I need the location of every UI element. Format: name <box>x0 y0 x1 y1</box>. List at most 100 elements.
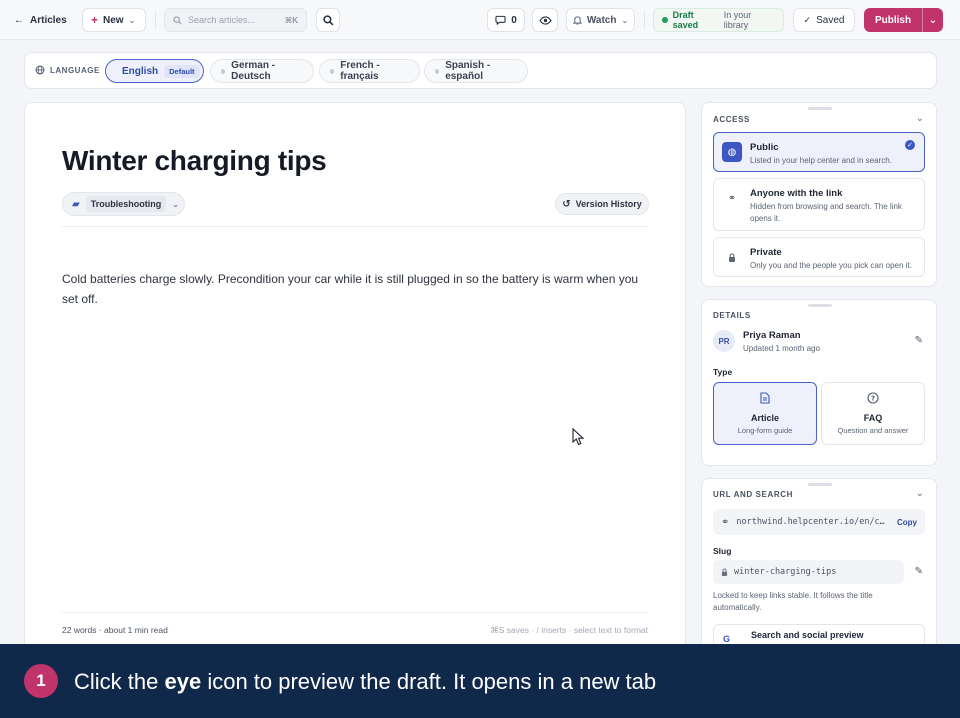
chevron-down-icon: ⌄ <box>128 15 136 25</box>
search-input[interactable]: Search articles... ⌘K <box>164 8 307 32</box>
divider <box>62 612 649 613</box>
slug-field: winter-charging-tips <box>713 560 904 584</box>
default-badge: Default <box>164 64 200 78</box>
svg-text:?: ? <box>871 395 875 403</box>
access-option-public[interactable]: ◍ Public Listed in your help center and … <box>713 132 925 172</box>
slug-label: Slug <box>713 546 732 556</box>
link-icon: ⚭ <box>721 516 730 528</box>
collapse-chevron-icon[interactable]: ⌄ <box>916 488 924 499</box>
back-label: Articles <box>30 14 67 26</box>
lock-icon <box>721 563 728 581</box>
status-dot-icon <box>662 17 668 23</box>
step-number-badge: 1 <box>24 664 58 698</box>
arrow-left-icon: ← <box>14 14 24 26</box>
back-to-articles-link[interactable]: ← Articles <box>14 8 67 32</box>
search-shortcut: ⌘K <box>284 15 298 25</box>
language-name: English <box>122 65 159 77</box>
option-label: Public <box>750 142 779 153</box>
dot-icon <box>221 68 226 74</box>
language-bar: LANGUAGE English Default German - Deutsc… <box>24 52 937 89</box>
globe-icon: ◍ <box>722 142 742 162</box>
eye-icon <box>538 15 552 25</box>
shortcut-hint: ⌘S saves · / inserts · select text to fo… <box>490 625 648 635</box>
type-name: Article <box>750 413 779 423</box>
instruction-text-after: icon to preview the draft. It opens in a… <box>201 669 657 694</box>
option-label: Private <box>750 247 782 258</box>
globe-icon <box>35 65 45 75</box>
drag-handle[interactable] <box>808 304 832 307</box>
url-search-title: URL AND SEARCH <box>713 490 793 499</box>
chevron-down-icon: ⌄ <box>172 199 179 209</box>
folder-name: Troubleshooting <box>85 196 167 212</box>
type-name: FAQ <box>863 413 883 423</box>
article-title[interactable]: Winter charging tips <box>62 145 327 177</box>
divider <box>62 226 649 227</box>
search-button[interactable] <box>316 8 340 32</box>
language-chip-german[interactable]: German - Deutsch <box>210 59 314 83</box>
url-field: ⚭ northwind.helpcenter.io/en/c… Copy <box>713 509 925 535</box>
language-name: German - Deutsch <box>231 60 276 82</box>
option-label: Anyone with the link <box>750 188 843 199</box>
instruction-text-before: Click the <box>74 669 165 694</box>
watch-button[interactable]: Watch ⌄ <box>566 8 635 32</box>
access-panel: ACCESS ⌄ ◍ Public Listed in your help ce… <box>701 102 937 287</box>
version-history-label: Version History <box>575 199 642 209</box>
language-chip-spanish[interactable]: Spanish - español <box>424 59 528 83</box>
edit-slug-pencil-icon[interactable]: ✎ <box>915 566 923 577</box>
type-card-faq[interactable]: ? FAQ Question and answer <box>821 382 925 445</box>
updated-time: Updated 1 month ago <box>743 344 820 353</box>
top-bar: ← Articles + New ⌄ Search articles... ⌘K… <box>0 0 960 40</box>
language-label: LANGUAGE <box>35 65 100 75</box>
preview-eye-button[interactable] <box>532 8 558 32</box>
dot-icon <box>330 68 335 74</box>
dot-icon <box>435 68 440 74</box>
language-name: Spanish - español <box>445 60 491 82</box>
divider <box>155 11 156 29</box>
comment-icon <box>495 15 506 25</box>
type-description: Question and answer <box>837 426 909 435</box>
new-label: New <box>103 14 124 26</box>
access-title: ACCESS <box>713 115 750 124</box>
article-body[interactable]: Cold batteries charge slowly. Preconditi… <box>62 269 652 309</box>
language-label-text: LANGUAGE <box>50 65 100 75</box>
bell-icon <box>572 16 582 25</box>
seo-label: Search and social preview <box>751 630 864 640</box>
draft-status-badge: Draft saved In your library <box>653 8 784 32</box>
access-option-link[interactable]: ⚭ Anyone with the link Hidden from brows… <box>713 178 925 231</box>
publish-button[interactable]: Publish ⌄ <box>864 8 943 32</box>
publish-label: Publish <box>874 14 912 26</box>
language-chip-english[interactable]: English Default <box>105 59 204 83</box>
collapse-chevron-icon[interactable]: ⌄ <box>916 113 924 124</box>
slug-note: Locked to keep links stable. It follows … <box>713 591 873 612</box>
author-name: Priya Raman <box>743 330 801 341</box>
draft-status: Draft saved <box>672 10 699 30</box>
comments-button[interactable]: 0 <box>487 8 525 32</box>
history-icon: ↺ <box>562 198 571 210</box>
new-button[interactable]: + New ⌄ <box>82 8 146 32</box>
instruction-text: Click the eye icon to preview the draft.… <box>74 669 656 695</box>
language-chip-french[interactable]: French - français <box>319 59 420 83</box>
folder-icon: ▰ <box>72 198 80 210</box>
type-card-article[interactable]: Article Long-form guide <box>713 382 817 445</box>
article-url: northwind.helpcenter.io/en/c… <box>736 517 885 527</box>
option-description: Hidden from browsing and search. The lin… <box>750 202 902 223</box>
avatar: PR <box>713 330 735 352</box>
drag-handle[interactable] <box>808 483 832 486</box>
access-option-private[interactable]: Private Only you and the people you pick… <box>713 237 925 277</box>
link-icon: ⚭ <box>727 192 737 204</box>
search-placeholder: Search articles... <box>188 15 256 25</box>
drag-handle[interactable] <box>808 107 832 110</box>
document-icon <box>714 392 816 406</box>
edit-pencil-icon[interactable]: ✎ <box>915 335 923 346</box>
divider <box>644 11 645 29</box>
search-icon <box>322 14 333 25</box>
version-history-button[interactable]: ↺ Version History <box>555 193 649 215</box>
copy-url-button[interactable]: Copy <box>897 518 917 527</box>
draft-location: In your library <box>723 10 752 30</box>
folder-selector[interactable]: ▰ Troubleshooting ⌄ <box>62 192 185 216</box>
watch-label: Watch <box>586 14 617 26</box>
saved-button[interactable]: ✓ Saved <box>793 8 855 32</box>
search-icon <box>173 15 182 25</box>
instruction-text-bold: eye <box>164 669 202 694</box>
publish-options-chevron-icon[interactable]: ⌄ <box>922 8 943 32</box>
